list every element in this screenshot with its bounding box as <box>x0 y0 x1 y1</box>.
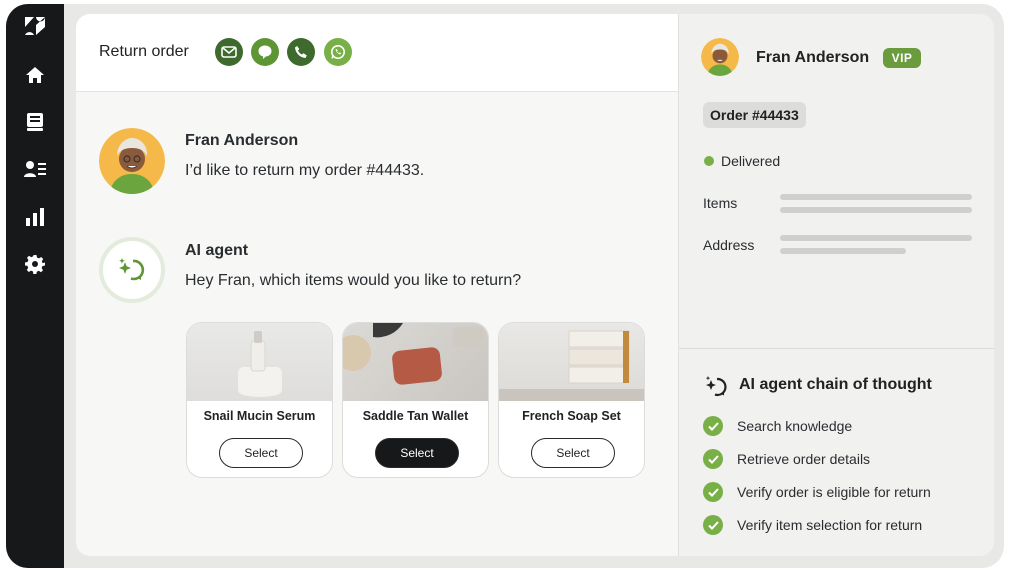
customer-context-panel: Fran Anderson VIP Order #44433 Delivered… <box>678 14 994 556</box>
address-placeholder-line <box>780 235 972 241</box>
tickets-icon[interactable] <box>21 108 49 136</box>
app-frame: Return order Fran Anderson I’d like to r… <box>6 4 1004 568</box>
conversation-title: Return order <box>99 43 189 60</box>
ai-message-sender: AI agent <box>185 242 249 259</box>
ai-agent-sparkle-icon <box>703 373 729 399</box>
select-button-selected[interactable]: Select <box>375 438 459 468</box>
ai-agent-avatar <box>99 237 165 303</box>
customer-avatar-small <box>701 38 739 76</box>
product-card[interactable]: Saddle Tan Wallet Select <box>342 322 489 478</box>
chat-channel-icon[interactable] <box>251 38 279 66</box>
check-icon <box>703 482 723 502</box>
panel-divider <box>679 348 994 349</box>
nav-rail <box>6 4 64 568</box>
serum-product-image <box>187 323 332 401</box>
customer-name: Fran Anderson <box>756 49 870 66</box>
product-name: Snail Mucin Serum <box>203 409 316 423</box>
product-card[interactable]: French Soap Set Select <box>498 322 645 478</box>
items-label: Items <box>703 195 738 211</box>
contacts-icon[interactable] <box>21 155 49 183</box>
select-button[interactable]: Select <box>219 438 303 468</box>
reporting-icon[interactable] <box>21 203 49 231</box>
conversation-pane: Return order Fran Anderson I’d like to r… <box>76 14 678 556</box>
ai-agent-icon <box>119 258 145 281</box>
home-icon[interactable] <box>21 61 49 89</box>
thought-step: Retrieve order details <box>703 448 870 470</box>
phone-channel-icon[interactable] <box>287 38 315 66</box>
product-name: French Soap Set <box>522 409 621 423</box>
items-placeholder-line <box>780 194 972 200</box>
items-placeholder-line <box>780 207 972 213</box>
thought-step: Verify order is eligible for return <box>703 481 931 503</box>
thought-step-label: Verify order is eligible for return <box>737 484 931 500</box>
product-card[interactable]: Snail Mucin Serum Select <box>186 322 333 478</box>
chain-of-thought-title: AI agent chain of thought <box>739 376 932 393</box>
order-number-chip[interactable]: Order #44433 <box>703 102 806 128</box>
soap-product-image <box>499 323 644 401</box>
customer-avatar <box>99 128 165 194</box>
email-channel-icon[interactable] <box>215 38 243 66</box>
order-status: Delivered <box>721 153 781 169</box>
delivered-status-dot <box>704 156 714 166</box>
ai-message-text: Hey Fran, which items would you like to … <box>185 272 522 289</box>
check-icon <box>703 449 723 469</box>
vip-badge: VIP <box>883 48 921 68</box>
customer-message-text: I’d like to return my order #44433. <box>185 162 425 179</box>
thought-step-label: Search knowledge <box>737 418 853 434</box>
wallet-product-image <box>343 323 488 401</box>
zendesk-logo-icon[interactable] <box>21 12 49 40</box>
thought-step-label: Retrieve order details <box>737 451 871 467</box>
whatsapp-channel-icon[interactable] <box>324 38 352 66</box>
thought-step: Verify item selection for return <box>703 514 922 536</box>
check-icon <box>703 515 723 535</box>
thought-step-label: Verify item selection for return <box>737 517 923 533</box>
check-icon <box>703 416 723 436</box>
customer-message-sender: Fran Anderson <box>185 132 299 149</box>
product-name: Saddle Tan Wallet <box>362 409 469 423</box>
address-label: Address <box>703 237 755 253</box>
settings-gear-icon[interactable] <box>21 250 49 278</box>
thought-step: Search knowledge <box>703 415 852 437</box>
address-placeholder-line <box>780 248 906 254</box>
select-button[interactable]: Select <box>531 438 615 468</box>
conversation-header: Return order <box>76 14 678 92</box>
